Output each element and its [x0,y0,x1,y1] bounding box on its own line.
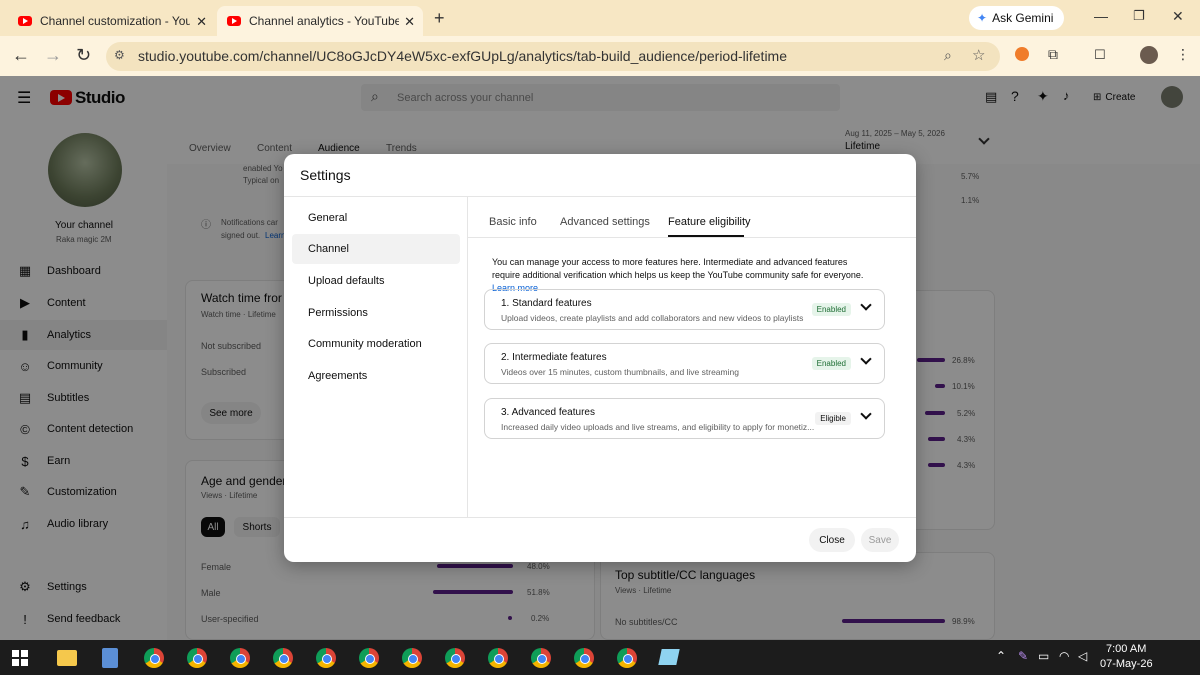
reading-list-icon[interactable]: ☐ [1094,47,1106,63]
tab-title: Channel customization - YouTu [40,14,190,28]
battery-icon[interactable]: ▭ [1038,649,1049,663]
tab-divider [468,237,916,238]
close-tab-icon[interactable]: ✕ [404,14,415,30]
divider [284,517,916,518]
feature-subtitle: Videos over 15 minutes, custom thumbnail… [501,367,739,377]
settings-nav-channel[interactable]: Channel [292,234,460,264]
tab-feature-eligibility[interactable]: Feature eligibility [668,216,751,228]
chrome-taskbar-icon[interactable] [316,648,336,668]
chrome-taskbar-icon[interactable] [617,648,637,668]
settings-nav-community-moderation[interactable]: Community moderation [292,329,460,359]
tab-advanced-settings[interactable]: Advanced settings [560,216,650,228]
new-tab-button[interactable]: + [434,8,445,29]
forward-arrow-icon[interactable]: → [44,45,62,66]
feature-subtitle: Upload videos, create playlists and add … [501,313,804,323]
notepad-icon[interactable] [658,649,680,665]
settings-nav-general[interactable]: General [292,203,460,233]
chrome-taskbar-icon[interactable] [402,648,422,668]
status-badge: Enabled [811,357,851,370]
ask-gemini-label: Ask Gemini [992,11,1054,25]
chevron-down-icon[interactable] [860,353,872,365]
bookmark-star-icon[interactable]: ☆ [972,46,985,64]
chrome-taskbar-icon[interactable] [273,648,293,668]
dialog-title: Settings [300,167,351,183]
extensions-puzzle-icon[interactable]: ⧉ [1048,46,1058,63]
close-window-icon[interactable]: ✕ [1172,8,1184,25]
zoom-icon[interactable]: ⌕ [944,47,952,64]
chevron-down-icon[interactable] [860,408,872,420]
feature-title: 2. Intermediate features [501,352,607,363]
settings-nav-permissions[interactable]: Permissions [292,298,460,328]
volume-icon[interactable]: ◁ [1078,649,1087,663]
standard-features-row[interactable]: 1. Standard features Upload videos, crea… [484,289,885,330]
settings-nav-upload-defaults[interactable]: Upload defaults [292,266,460,296]
intermediate-features-row[interactable]: 2. Intermediate features Videos over 15 … [484,343,885,384]
save-button[interactable]: Save [861,528,899,552]
calculator-icon[interactable] [102,648,118,668]
browser-menu-icon[interactable]: ⋮ [1176,46,1190,63]
close-tab-icon[interactable]: ✕ [196,14,207,30]
chrome-taskbar-icon[interactable] [574,648,594,668]
chrome-taskbar-icon[interactable] [144,648,164,668]
minimize-window-icon[interactable]: — [1094,8,1108,24]
divider [467,196,468,517]
extension-icon[interactable] [1015,47,1029,61]
browser-tab-channel-customization[interactable]: Channel customization - YouTu ✕ [8,6,215,36]
chrome-taskbar-icon[interactable] [445,648,465,668]
active-tab-indicator [668,235,744,237]
pen-icon[interactable]: ✎ [1018,649,1028,663]
divider [284,196,916,197]
advanced-features-row[interactable]: 3. Advanced features Increased daily vid… [484,398,885,439]
file-explorer-icon[interactable] [57,650,77,666]
windows-start-icon[interactable] [12,650,28,666]
site-info-icon[interactable]: ⚙ [114,48,125,62]
chevron-down-icon[interactable] [860,299,872,311]
status-badge: Eligible [815,412,851,425]
chrome-taskbar-icon[interactable] [187,648,207,668]
tab-basic-info[interactable]: Basic info [489,216,537,228]
back-arrow-icon[interactable]: ← [12,45,30,66]
chrome-taskbar-icon[interactable] [359,648,379,668]
wifi-icon[interactable]: ◠ [1059,649,1069,663]
feature-title: 3. Advanced features [501,407,595,418]
settings-nav-agreements[interactable]: Agreements [292,361,460,391]
ask-gemini-button[interactable]: ✦ Ask Gemini [969,6,1064,30]
url-text[interactable]: studio.youtube.com/channel/UC8oGJcDY4eW5… [138,48,787,64]
youtube-favicon-icon [227,16,241,26]
profile-avatar[interactable] [1140,46,1158,64]
taskbar-time[interactable]: 7:00 AM [1106,643,1146,655]
chrome-taskbar-icon[interactable] [531,648,551,668]
youtube-favicon-icon [18,16,32,26]
feature-subtitle: Increased daily video uploads and live s… [501,422,815,432]
description-text: You can manage your access to more featu… [492,257,864,280]
reload-icon[interactable]: ↻ [76,45,91,66]
chrome-taskbar-icon[interactable] [488,648,508,668]
chrome-taskbar-icon[interactable] [230,648,250,668]
browser-tab-channel-analytics[interactable]: Channel analytics - YouTube St ✕ [217,6,423,36]
chevron-up-icon[interactable]: ⌃ [996,649,1006,663]
close-button[interactable]: Close [809,528,855,552]
feature-title: 1. Standard features [501,298,592,309]
restore-window-icon[interactable]: ❐ [1133,8,1145,24]
tab-title: Channel analytics - YouTube St [249,14,399,28]
status-badge: Enabled [811,303,851,316]
gemini-sparkle-icon: ✦ [977,11,988,25]
taskbar-date[interactable]: 07-May-26 [1100,658,1153,670]
